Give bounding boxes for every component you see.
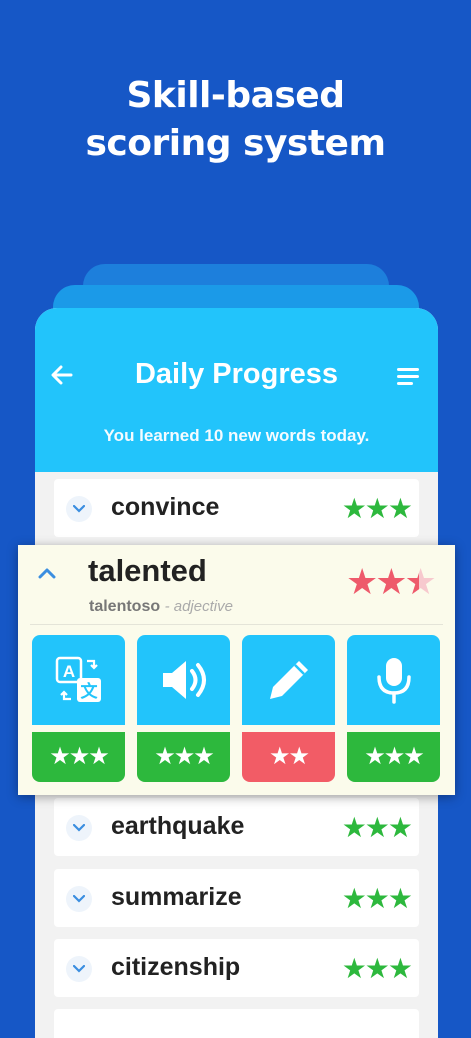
chevron-down-icon[interactable] xyxy=(66,956,92,982)
list-item[interactable]: earthquake ★★★ xyxy=(54,798,419,856)
divider xyxy=(30,624,443,625)
svg-text:A: A xyxy=(63,662,75,681)
word-label: convince xyxy=(111,493,220,521)
skill-stars: ★★★ xyxy=(347,732,440,782)
headline-line-1: Skill-based xyxy=(126,75,345,116)
word-label: earthquake xyxy=(111,812,245,840)
star-rating: ★★★ xyxy=(341,812,413,843)
list-item[interactable]: convince ★★★ xyxy=(54,479,419,537)
full-stars: ★★ xyxy=(346,561,408,602)
page-title: Daily Progress xyxy=(134,358,339,390)
star-rating: ★★★ xyxy=(341,493,413,524)
chevron-down-icon[interactable] xyxy=(66,886,92,912)
menu-icon[interactable] xyxy=(397,366,421,386)
star-rating: ★★★ xyxy=(341,883,413,914)
word-label: citizenship xyxy=(111,953,241,981)
word-label: talented xyxy=(88,553,207,588)
star-rating: ★★★ xyxy=(341,953,413,984)
chevron-down-icon[interactable] xyxy=(66,815,92,841)
expanded-word-card[interactable]: talented talentoso - adjective ★★★ A 文 ★… xyxy=(18,545,455,795)
skill-listening[interactable]: ★★★ xyxy=(137,635,230,782)
microphone-icon xyxy=(377,658,411,704)
word-details: talentoso - adjective xyxy=(89,598,233,616)
svg-text:文: 文 xyxy=(81,681,99,701)
skill-stars: ★★★ xyxy=(137,732,230,782)
list-item[interactable]: summarize ★★★ xyxy=(54,869,419,927)
progress-summary: You learned 10 new words today. xyxy=(103,426,370,445)
skill-stars: ★★★ xyxy=(32,732,125,782)
skill-reading[interactable]: A 文 ★★★ xyxy=(32,635,125,782)
headline-line-2: scoring system xyxy=(85,123,386,164)
skill-stars: ★★ xyxy=(242,732,335,782)
part-of-speech: - adjective xyxy=(164,598,233,615)
chevron-down-icon[interactable] xyxy=(66,496,92,522)
skill-speaking[interactable]: ★★★ xyxy=(347,635,440,782)
word-label: summarize xyxy=(111,883,242,911)
skill-writing[interactable]: ★★ xyxy=(242,635,335,782)
card-header: Daily Progress You learned 10 new words … xyxy=(35,308,438,472)
pencil-icon xyxy=(270,661,308,699)
promo-headline: Skill-based scoring system xyxy=(0,72,471,168)
chevron-up-icon[interactable] xyxy=(38,567,56,579)
translation: talentoso xyxy=(89,598,161,615)
speaker-icon xyxy=(163,661,206,699)
translate-icon: A 文 xyxy=(55,656,101,702)
half-star-icon: ★ xyxy=(405,561,437,603)
list-item[interactable]: citizenship ★★★ xyxy=(54,939,419,997)
star-rating: ★★★ xyxy=(346,561,437,603)
